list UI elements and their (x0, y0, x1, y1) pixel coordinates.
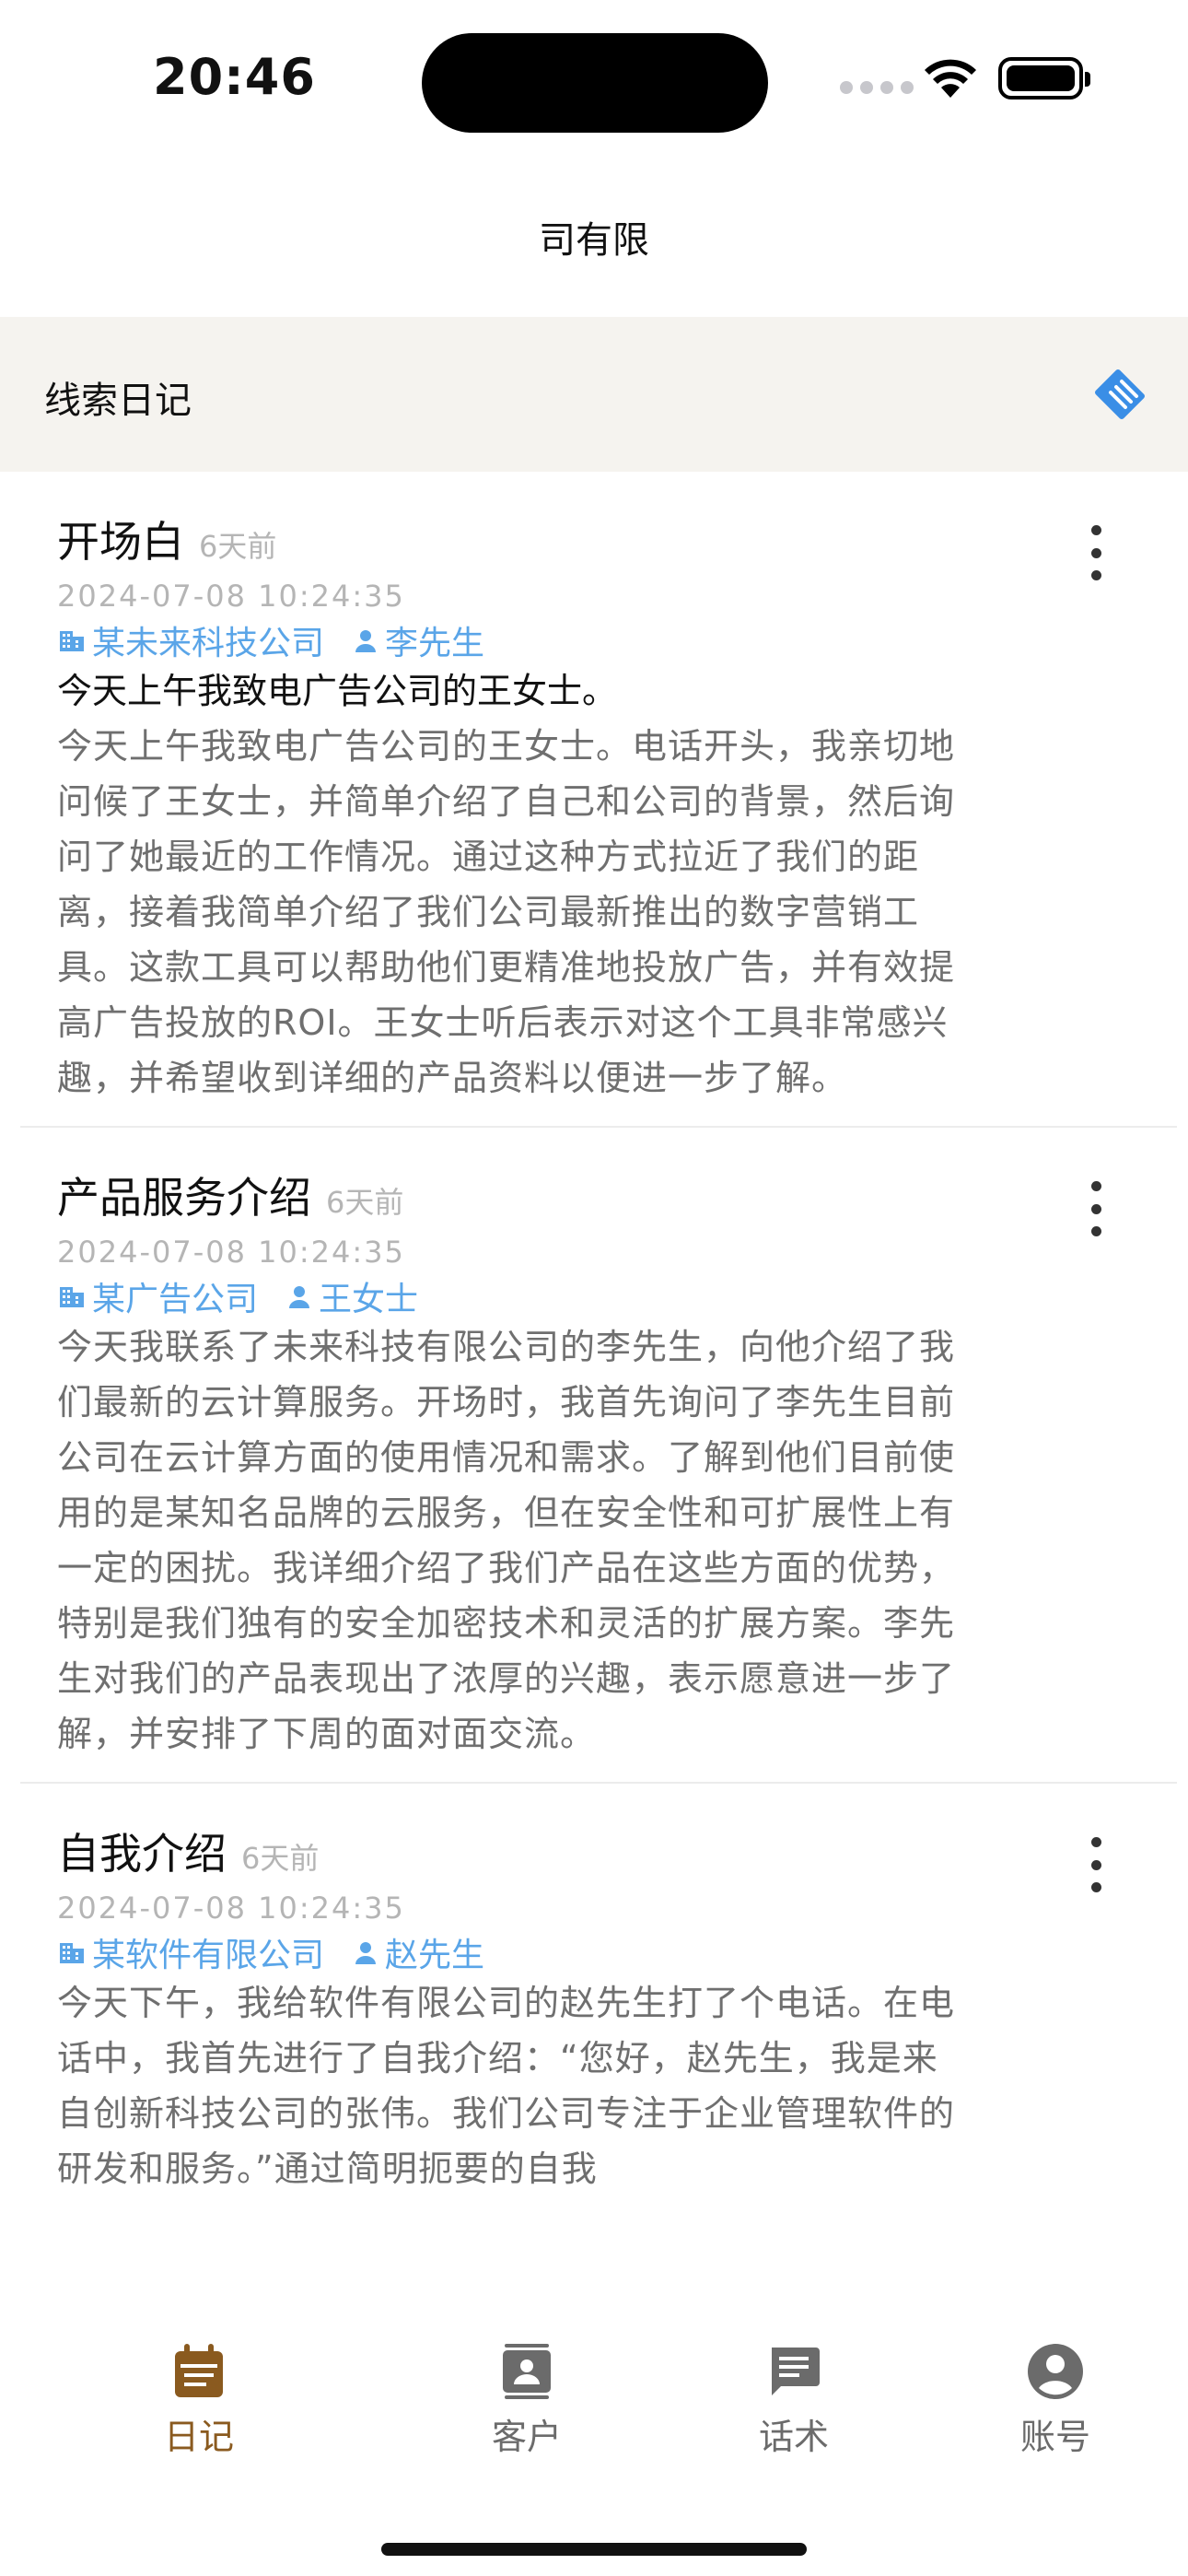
dynamic-island (422, 33, 768, 133)
journal-card[interactable]: 自我介绍 6天前 2024-07-08 10:24:35 某软件有限公司 赵先生… (0, 1784, 1188, 2217)
card-title: 开场白 (57, 517, 184, 567)
page-title: 司有限 (539, 219, 649, 262)
cellular-signal-icon (840, 81, 914, 94)
battery-icon (998, 57, 1090, 100)
person-icon (355, 630, 377, 652)
card-body: 今天上午我致电广告公司的王女士。电话开头，我亲切地问候了王女士，并简单介绍了自己… (57, 726, 956, 1098)
card-date: 2024-07-08 10:24:35 (57, 1891, 405, 1926)
tab-customers[interactable]: 客户 (444, 2342, 610, 2459)
building-icon (60, 631, 84, 651)
journal-list: 开场白 6天前 2024-07-08 10:24:35 某未来科技公司 李先生 … (0, 472, 1188, 2324)
card-date: 2024-07-08 10:24:35 (57, 579, 405, 614)
tab-label: 客户 (491, 2417, 562, 2457)
contact-name: 王女士 (319, 1281, 419, 1318)
more-options-icon[interactable] (1077, 525, 1114, 580)
contact-name: 赵先生 (385, 1937, 485, 1974)
card-age: 6天前 (199, 529, 277, 564)
person-icon (289, 1286, 310, 1308)
tab-bar: 日记 客户 话术 账号 (0, 2322, 1188, 2576)
contact-name: 李先生 (385, 625, 485, 662)
tab-label: 话术 (758, 2417, 829, 2457)
contacts-icon (503, 2344, 551, 2399)
status-bar: 20:46 (0, 0, 1188, 157)
card-title: 产品服务介绍 (57, 1173, 311, 1223)
account-icon (1028, 2344, 1083, 2399)
tab-label: 日记 (163, 2417, 234, 2457)
section-title: 线索日记 (44, 380, 192, 422)
contact-tag[interactable]: 李先生 (352, 616, 484, 664)
card-body: 今天我联系了未来科技有限公司的李先生，向他介绍了我们最新的云计算服务。开场时，我… (57, 1327, 956, 1754)
company-name: 某广告公司 (92, 1281, 259, 1318)
journal-card[interactable]: 开场白 6天前 2024-07-08 10:24:35 某未来科技公司 李先生 … (0, 472, 1188, 1126)
company-tag[interactable]: 某未来科技公司 (57, 616, 324, 664)
contact-tag[interactable]: 王女士 (285, 1272, 418, 1320)
card-date: 2024-07-08 10:24:35 (57, 1235, 405, 1270)
company-name: 某软件有限公司 (92, 1937, 325, 1974)
handshake-icon[interactable] (1090, 365, 1149, 424)
card-age: 6天前 (326, 1185, 404, 1220)
home-indicator (381, 2543, 807, 2556)
tab-diary[interactable]: 日记 (116, 2342, 282, 2459)
calendar-icon (175, 2344, 223, 2397)
tab-account[interactable]: 账号 (973, 2342, 1138, 2459)
journal-card[interactable]: 产品服务介绍 6天前 2024-07-08 10:24:35 某广告公司 王女士… (0, 1128, 1188, 1782)
tab-scripts[interactable]: 话术 (711, 2342, 877, 2459)
tab-label: 账号 (1019, 2417, 1090, 2457)
building-icon (60, 1943, 84, 1963)
contact-tag[interactable]: 赵先生 (352, 1928, 484, 1976)
status-time: 20:46 (153, 48, 316, 106)
company-tag[interactable]: 某软件有限公司 (57, 1928, 324, 1976)
card-title: 自我介绍 (57, 1829, 227, 1879)
company-name: 某未来科技公司 (92, 625, 325, 662)
person-icon (355, 1942, 377, 1964)
building-icon (60, 1287, 84, 1307)
company-tag[interactable]: 某广告公司 (57, 1272, 258, 1320)
more-options-icon[interactable] (1077, 1181, 1114, 1236)
card-age: 6天前 (241, 1841, 320, 1876)
section-header: 线索日记 (0, 317, 1188, 472)
more-options-icon[interactable] (1077, 1837, 1114, 1892)
chat-icon (772, 2348, 820, 2395)
card-summary: 今天上午我致电广告公司的王女士。 (57, 671, 618, 711)
card-body: 今天下午，我给软件有限公司的赵先生打了个电话。在电话中，我首先进行了自我介绍：“… (57, 1983, 956, 2189)
wifi-icon (925, 59, 976, 98)
